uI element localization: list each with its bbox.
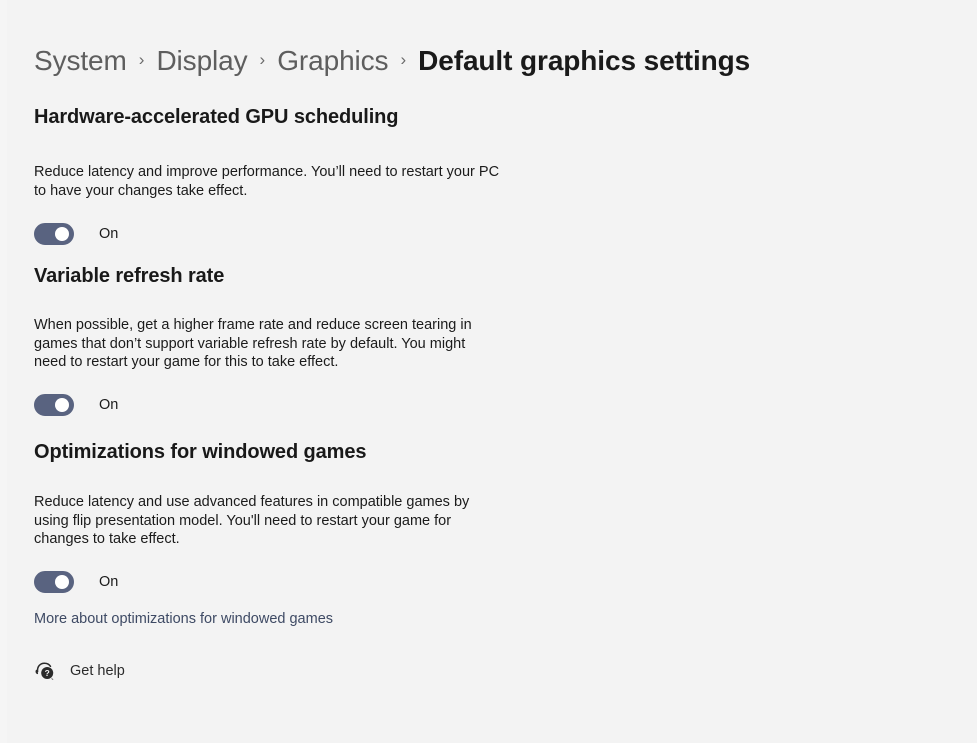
breadcrumb: System › Display › Graphics › Default gr… — [34, 41, 750, 81]
toggle-row-gpu-scheduling: On — [34, 223, 499, 245]
chevron-right-icon: › — [138, 50, 145, 69]
section-description: When possible, get a higher frame rate a… — [34, 317, 472, 370]
section-title: Variable refresh rate — [34, 265, 225, 287]
chevron-right-icon: › — [400, 50, 407, 69]
toggle-variable-refresh-rate[interactable] — [34, 393, 74, 416]
toggle-state-label: On — [99, 226, 119, 242]
section-title: Optimizations for windowed games — [34, 441, 367, 463]
toggle-knob — [55, 574, 69, 589]
breadcrumb-item-default-graphics-settings: Default graphics settings — [418, 45, 751, 76]
toggle-row-windowed-games-optimizations: On — [34, 570, 469, 593]
toggle-hardware-accelerated-gpu-scheduling[interactable] — [34, 223, 74, 245]
breadcrumb-item-system[interactable]: System — [34, 41, 127, 81]
link-more-about-optimizations[interactable]: More about optimizations for windowed ga… — [34, 610, 333, 628]
get-help-label: Get help — [70, 663, 125, 679]
section-hardware-accelerated-gpu-scheduling: Hardware-accelerated GPU scheduling Redu… — [34, 104, 499, 245]
section-description: Reduce latency and use advanced features… — [34, 494, 470, 547]
toggle-knob — [55, 227, 69, 241]
svg-text:?: ? — [45, 668, 50, 678]
section-optimizations-for-windowed-games: Optimizations for windowed games Reduce … — [34, 439, 469, 628]
section-title: Hardware-accelerated GPU scheduling — [34, 106, 399, 128]
settings-page: System › Display › Graphics › Default gr… — [0, 0, 977, 743]
toggle-state-label: On — [99, 573, 119, 590]
section-description: Reduce latency and improve performance. … — [34, 164, 500, 199]
breadcrumb-item-graphics[interactable]: Graphics — [277, 41, 388, 81]
help-headset-icon: ? — [35, 662, 54, 680]
chevron-right-icon: › — [259, 50, 266, 69]
breadcrumb-item-display[interactable]: Display — [156, 41, 247, 81]
toggle-row-variable-refresh-rate: On — [34, 393, 472, 416]
toggle-optimizations-for-windowed-games[interactable] — [34, 570, 74, 593]
get-help-button[interactable]: ? Get help — [34, 660, 125, 682]
toggle-knob — [55, 397, 69, 412]
toggle-state-label: On — [99, 396, 119, 413]
section-variable-refresh-rate: Variable refresh rate When possible, get… — [34, 263, 472, 416]
